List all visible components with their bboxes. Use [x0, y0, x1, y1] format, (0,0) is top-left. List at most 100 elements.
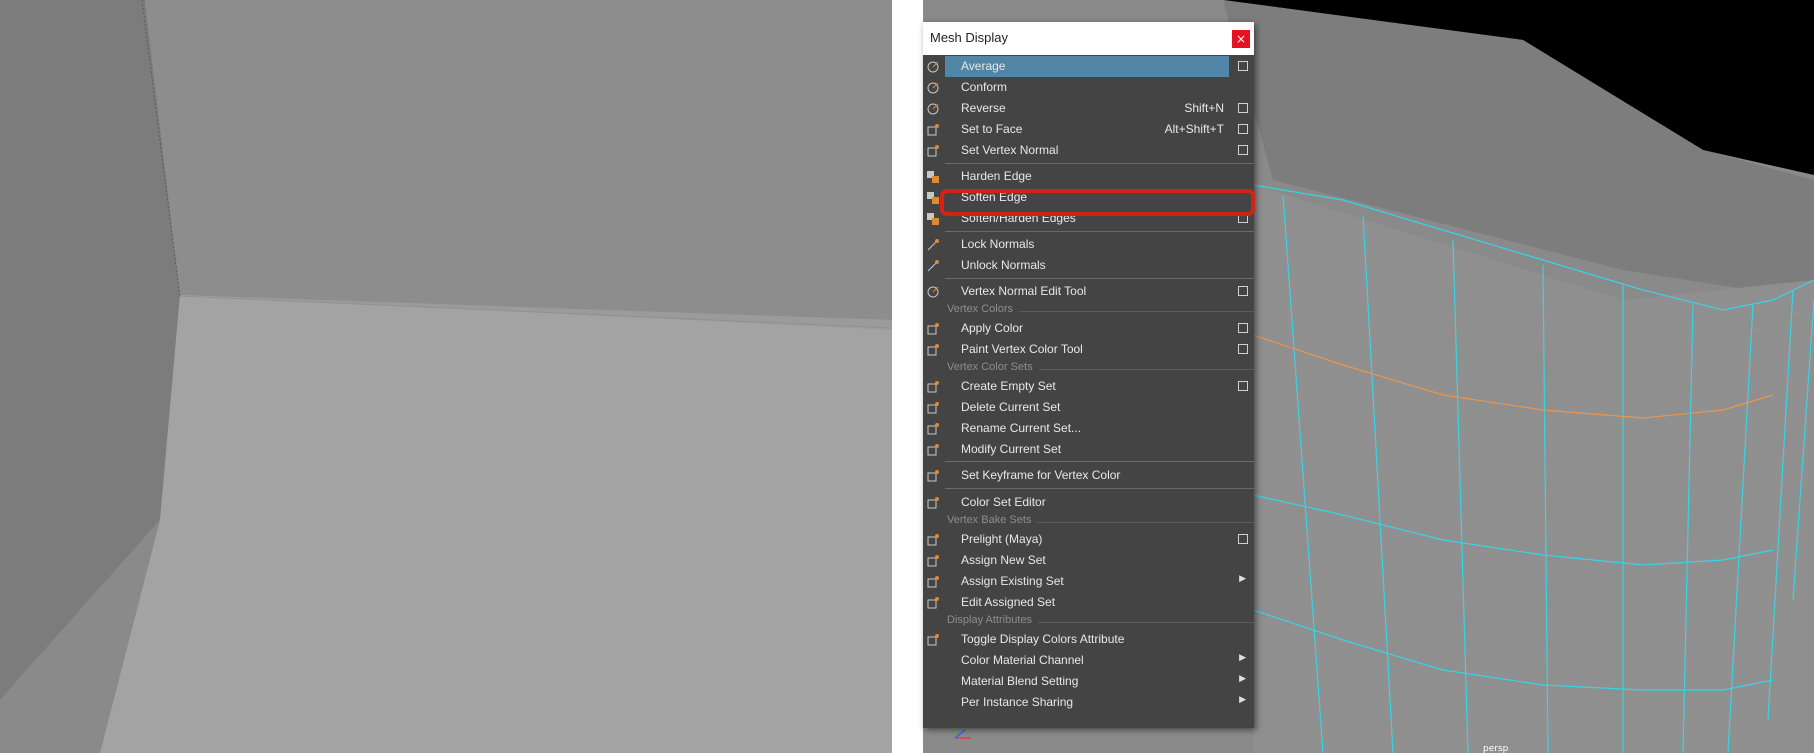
paint-vertex-color-icon: [926, 342, 940, 356]
menu-item-average[interactable]: Average: [923, 56, 1254, 77]
reverse-normals-icon: [926, 101, 940, 115]
menu-item-material-blend-setting[interactable]: Material Blend Setting ▶: [923, 671, 1254, 692]
camera-label: persp: [1483, 744, 1509, 753]
menu-item-label: Delete Current Set: [961, 400, 1061, 414]
menu-item-label: Apply Color: [961, 321, 1024, 335]
mesh-display-window[interactable]: Mesh Display × Average Conform Reverse Shif…: [923, 22, 1254, 728]
annotation-highlight-box: [940, 189, 1255, 216]
submenu-arrow-icon: ▶: [1239, 653, 1246, 663]
menu-item-assign-existing-set[interactable]: Assign Existing Set ▶: [923, 571, 1254, 592]
left-viewport[interactable]: [0, 0, 892, 753]
menu-item-set-vertex-normal[interactable]: Set Vertex Normal: [923, 140, 1254, 161]
menu-item-per-instance-sharing[interactable]: Per Instance Sharing ▶: [923, 692, 1254, 713]
harden-edge-icon: [926, 169, 940, 183]
menu-item-paint-vertex-color-tool[interactable]: Paint Vertex Color Tool: [923, 339, 1254, 360]
menu-item-edit-assigned-set[interactable]: Edit Assigned Set: [923, 592, 1254, 613]
submenu-arrow-icon: ▶: [1239, 574, 1246, 584]
menu-separator: [945, 163, 1254, 164]
menu-item-label: Conform: [961, 80, 1008, 94]
menu-item-label: Vertex Normal Edit Tool: [961, 284, 1087, 298]
menu-item-lock-normals[interactable]: Lock Normals: [923, 234, 1254, 255]
unlock-normals-icon: [926, 258, 940, 272]
average-normals-icon: [926, 59, 940, 73]
menu-item-label: Assign New Set: [961, 553, 1046, 567]
section-label-vertex-bake-sets: Vertex Bake Sets: [947, 514, 1032, 526]
menu-item-create-empty-set[interactable]: Create Empty Set: [923, 376, 1254, 397]
menu-item-toggle-display-colors-attribute[interactable]: Toggle Display Colors Attribute: [923, 629, 1254, 650]
left-viewport-shading: [0, 0, 892, 753]
option-box-icon[interactable]: [1238, 534, 1248, 544]
menu-item-color-material-channel[interactable]: Color Material Channel ▶: [923, 650, 1254, 671]
soften-edge-icon: [926, 190, 940, 204]
assign-existing-set-icon: [926, 574, 940, 588]
close-button[interactable]: ×: [1231, 29, 1251, 49]
menu-item-label: Color Material Channel: [961, 653, 1084, 667]
menu-item-delete-current-set[interactable]: Delete Current Set: [923, 397, 1254, 418]
menu-item-label: Harden Edge: [961, 169, 1032, 183]
menu-item-label: Create Empty Set: [961, 379, 1056, 393]
menu-separator: [945, 278, 1254, 279]
conform-normals-icon: [926, 80, 940, 94]
menu-item-label: Material Blend Setting: [961, 674, 1079, 688]
section-divider: [1037, 522, 1254, 523]
option-box-icon[interactable]: [1238, 145, 1248, 155]
section-label-vertex-color-sets: Vertex Color Sets: [947, 361, 1033, 373]
section-label-vertex-colors: Vertex Colors: [947, 303, 1014, 315]
viewport-divider: [892, 0, 923, 753]
menu-item-label: Per Instance Sharing: [961, 695, 1074, 709]
option-box-icon[interactable]: [1238, 344, 1248, 354]
menu-item-shortcut: Alt+Shift+T: [1164, 122, 1224, 136]
menu-item-label: Reverse: [961, 101, 1006, 115]
option-box-icon[interactable]: [1238, 286, 1248, 296]
option-box-icon[interactable]: [1238, 323, 1248, 333]
menu-separator: [945, 461, 1254, 462]
menu-item-label: Toggle Display Colors Attribute: [961, 632, 1125, 646]
menu-item-prelight-maya[interactable]: Prelight (Maya): [923, 529, 1254, 550]
menu-item-assign-new-set[interactable]: Assign New Set: [923, 550, 1254, 571]
menu-item-label: Lock Normals: [961, 237, 1035, 251]
menu-item-label: Set Keyframe for Vertex Color: [961, 468, 1121, 482]
menu-item-conform[interactable]: Conform: [923, 77, 1254, 98]
lock-normals-icon: [926, 237, 940, 251]
submenu-arrow-icon: ▶: [1239, 695, 1246, 705]
rename-current-set-icon: [926, 421, 940, 435]
menu-item-rename-current-set[interactable]: Rename Current Set...: [923, 418, 1254, 439]
menu-item-label: Edit Assigned Set: [961, 595, 1056, 609]
menu-item-reverse[interactable]: Reverse Shift+N: [923, 98, 1254, 119]
menu-item-label: Prelight (Maya): [961, 532, 1043, 546]
option-box-icon[interactable]: [1238, 124, 1248, 134]
menu-item-harden-edge[interactable]: Harden Edge: [923, 166, 1254, 187]
set-to-face-icon: [926, 122, 940, 136]
section-label-display-attributes: Display Attributes: [947, 614, 1032, 626]
edit-assigned-set-icon: [926, 595, 940, 609]
section-divider: [1039, 369, 1254, 370]
menu-item-vertex-normal-edit-tool[interactable]: Vertex Normal Edit Tool: [923, 281, 1254, 302]
menu-item-label: Modify Current Set: [961, 442, 1062, 456]
menu-separator: [945, 231, 1254, 232]
menu-item-modify-current-set[interactable]: Modify Current Set: [923, 439, 1254, 460]
delete-current-set-icon: [926, 400, 940, 414]
menu-item-set-to-face[interactable]: Set to Face Alt+Shift+T: [923, 119, 1254, 140]
menu-item-set-keyframe-for-vertex-color[interactable]: Set Keyframe for Vertex Color: [923, 465, 1254, 486]
option-box-icon[interactable]: [1238, 61, 1248, 71]
apply-color-icon: [926, 321, 940, 335]
option-box-icon[interactable]: [1238, 381, 1248, 391]
window-titlebar[interactable]: Mesh Display ×: [923, 22, 1254, 55]
menu-item-color-set-editor[interactable]: Color Set Editor: [923, 492, 1254, 513]
menu-item-label: Paint Vertex Color Tool: [961, 342, 1083, 356]
menu-item-label: Unlock Normals: [961, 258, 1046, 272]
set-vertex-normal-icon: [926, 143, 940, 157]
menu-separator: [945, 488, 1254, 489]
submenu-arrow-icon: ▶: [1239, 674, 1246, 684]
menu-item-label: Assign Existing Set: [961, 574, 1064, 588]
menu-item-shortcut: Shift+N: [1184, 101, 1224, 115]
menu-item-apply-color[interactable]: Apply Color: [923, 318, 1254, 339]
menu-item-label: Rename Current Set...: [961, 421, 1082, 435]
section-divider: [1019, 311, 1254, 312]
window-title: Mesh Display: [930, 30, 1009, 45]
modify-current-set-icon: [926, 442, 940, 456]
option-box-icon[interactable]: [1238, 103, 1248, 113]
color-set-editor-icon: [926, 495, 940, 509]
menu-item-label: Color Set Editor: [961, 495, 1046, 509]
menu-item-unlock-normals[interactable]: Unlock Normals: [923, 255, 1254, 276]
